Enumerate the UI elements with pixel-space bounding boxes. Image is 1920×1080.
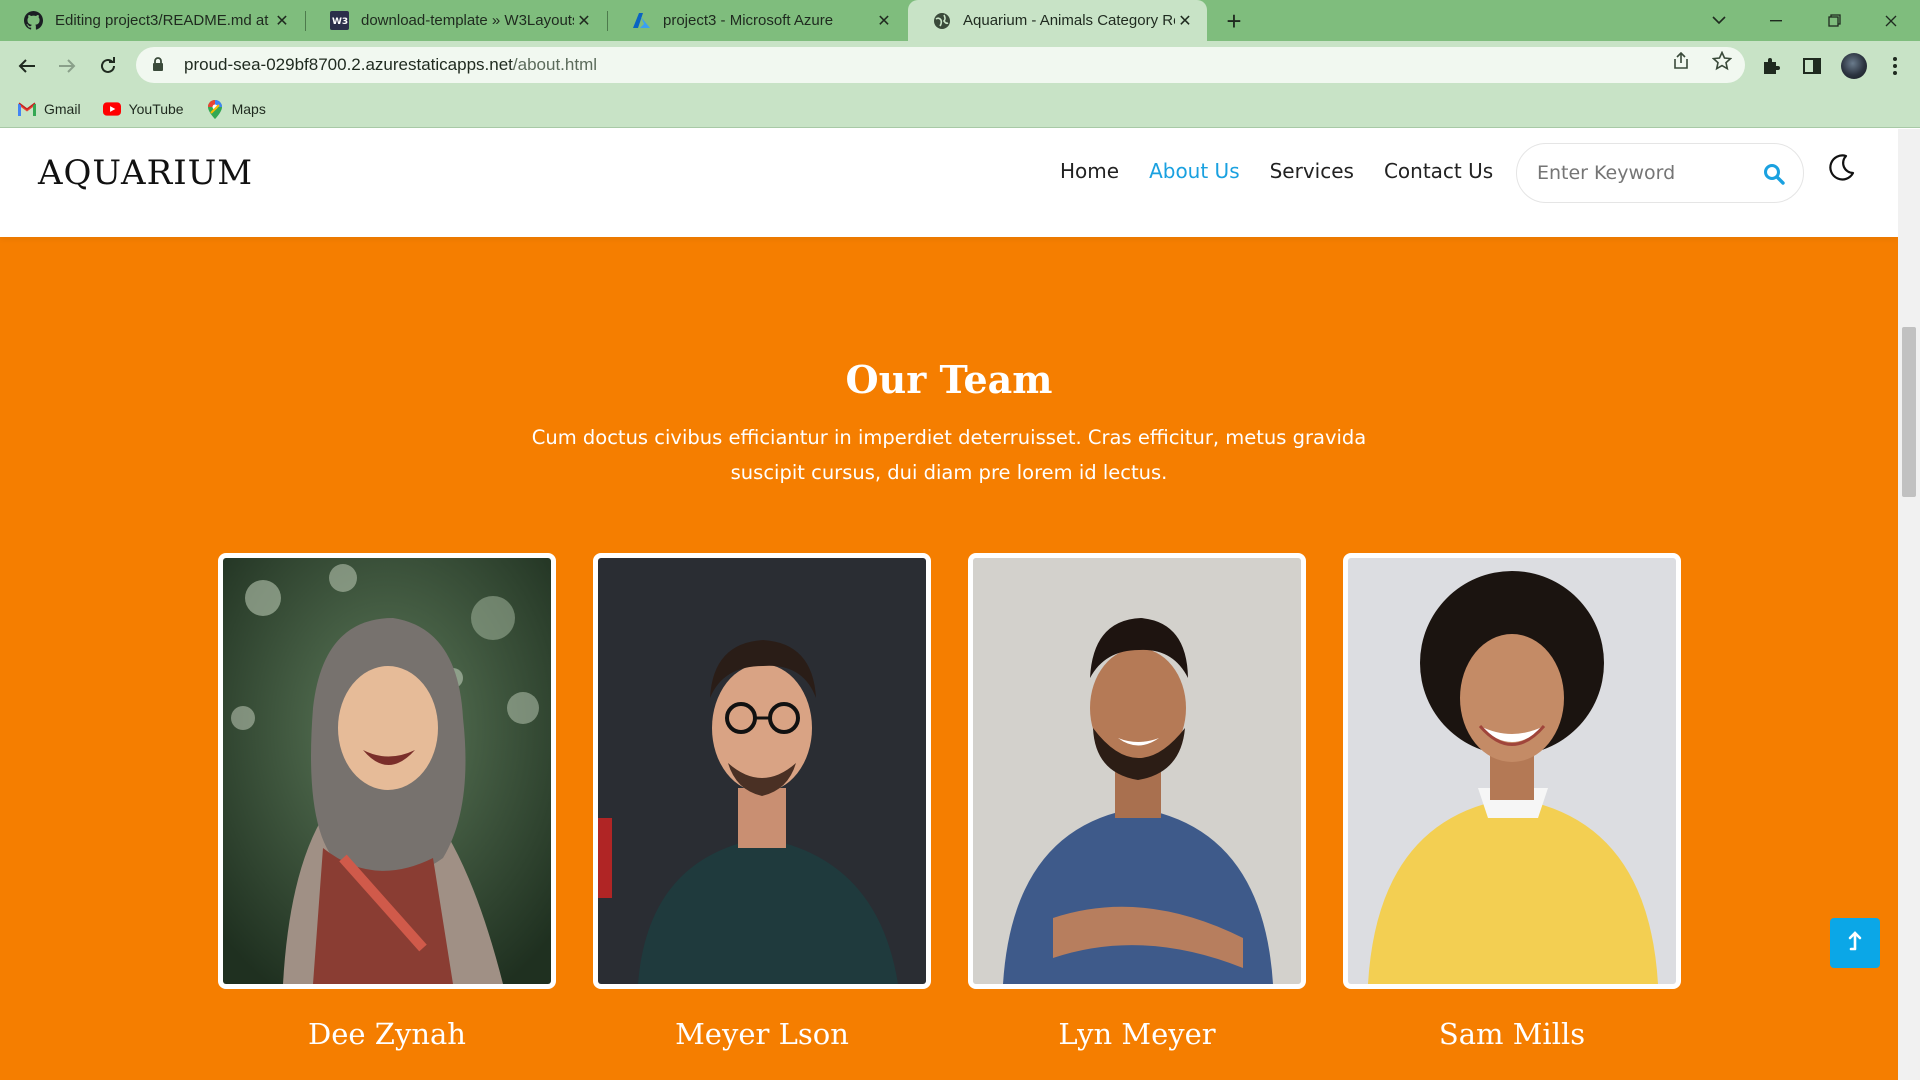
- member-photo: [1343, 553, 1681, 989]
- maps-icon: [206, 99, 224, 119]
- tab-title: project3 - Microsoft Azure: [663, 12, 834, 29]
- bookmark-youtube[interactable]: YouTube: [102, 100, 184, 118]
- avatar: [1841, 53, 1867, 79]
- team-member-card: Dee Zynah: [218, 553, 556, 1051]
- member-photo: [218, 553, 556, 989]
- nav-services[interactable]: Services: [1270, 157, 1354, 185]
- bookmark-label: Maps: [231, 101, 266, 117]
- page-viewport: AQUARIUM Home About Us Services Contact …: [0, 129, 1898, 1080]
- member-name: Lyn Meyer: [1058, 1017, 1216, 1051]
- back-to-top-button[interactable]: [1830, 918, 1880, 968]
- team-member-card: Sam Mills: [1343, 553, 1681, 1051]
- gmail-icon: [18, 100, 36, 118]
- svg-text:W3: W3: [332, 17, 348, 27]
- search-input[interactable]: [1537, 162, 1747, 184]
- extensions-icon[interactable]: [1760, 55, 1782, 77]
- tab-title: Aquarium - Animals Category Re: [963, 12, 1175, 29]
- scrollbar-thumb[interactable]: [1902, 327, 1916, 497]
- github-icon: [24, 11, 43, 30]
- main-nav: Home About Us Services Contact Us: [1060, 157, 1523, 185]
- nav-about-us[interactable]: About Us: [1149, 157, 1240, 185]
- url-path: /about.html: [512, 55, 598, 74]
- address-bar[interactable]: proud-sea-029bf8700.2.azurestaticapps.ne…: [136, 47, 1745, 83]
- tab-title: download-template » W3Layouts: [361, 12, 574, 29]
- bookmark-star-icon[interactable]: [1711, 50, 1733, 72]
- site-logo[interactable]: AQUARIUM: [38, 153, 253, 193]
- azure-icon: [632, 11, 651, 30]
- member-photo: [968, 553, 1306, 989]
- close-icon[interactable]: ✕: [272, 11, 292, 31]
- tab-github[interactable]: Editing project3/README.md at m ✕: [0, 0, 304, 41]
- forward-button[interactable]: [52, 51, 82, 81]
- team-member-card: Meyer Lson: [593, 553, 931, 1051]
- team-member-card: Lyn Meyer: [968, 553, 1306, 1051]
- profile-avatar[interactable]: [1840, 52, 1868, 80]
- close-icon[interactable]: ✕: [1175, 11, 1195, 31]
- restore-button[interactable]: [1805, 0, 1863, 41]
- close-window-button[interactable]: [1862, 0, 1920, 41]
- member-name: Dee Zynah: [308, 1017, 466, 1051]
- lock-icon: [152, 57, 166, 73]
- bookmark-maps[interactable]: Maps: [206, 99, 266, 119]
- globe-icon: [932, 11, 951, 30]
- bookmarks-bar: Gmail YouTube Maps: [0, 91, 1920, 128]
- search-icon[interactable]: [1763, 163, 1785, 185]
- youtube-icon: [102, 100, 121, 118]
- browser-tab-strip: Editing project3/README.md at m ✕ W3 dow…: [0, 0, 1920, 41]
- share-icon[interactable]: [1670, 50, 1692, 72]
- bookmark-label: YouTube: [128, 101, 184, 117]
- reload-button[interactable]: [93, 51, 123, 81]
- section-description: Cum doctus civibus efficiantur in imperd…: [531, 426, 1367, 484]
- tab-azure[interactable]: project3 - Microsoft Azure ✕: [608, 0, 906, 41]
- tab-aquarium[interactable]: Aquarium - Animals Category Re ✕: [908, 0, 1207, 41]
- close-icon[interactable]: ✕: [874, 11, 894, 31]
- close-icon[interactable]: ✕: [574, 11, 594, 31]
- search-box: [1516, 143, 1804, 203]
- minimize-button[interactable]: [1747, 0, 1805, 41]
- bookmark-gmail[interactable]: Gmail: [18, 100, 81, 118]
- menu-kebab-icon[interactable]: [1884, 55, 1906, 77]
- nav-home[interactable]: Home: [1060, 157, 1119, 185]
- member-name: Sam Mills: [1438, 1017, 1586, 1051]
- arrow-up-icon: [1847, 930, 1863, 956]
- browser-toolbar: proud-sea-029bf8700.2.azurestaticapps.ne…: [0, 41, 1920, 91]
- member-photo: [593, 553, 931, 989]
- tab-w3layouts[interactable]: W3 download-template » W3Layouts ✕: [306, 0, 606, 41]
- new-tab-button[interactable]: +: [1219, 6, 1249, 36]
- page-scrollbar[interactable]: [1898, 129, 1920, 1080]
- section-title: Our Team: [845, 357, 1053, 402]
- moon-icon[interactable]: [1826, 153, 1856, 183]
- url-host: proud-sea-029bf8700.2.azurestaticapps.ne…: [184, 55, 513, 74]
- back-button[interactable]: [12, 51, 42, 81]
- tab-search-chevron-icon[interactable]: [1690, 0, 1748, 41]
- bookmark-label: Gmail: [44, 101, 81, 117]
- nav-contact-us[interactable]: Contact Us: [1384, 157, 1493, 185]
- side-panel-icon[interactable]: [1801, 55, 1823, 77]
- w3layouts-icon: W3: [330, 11, 349, 30]
- tab-title: Editing project3/README.md at m: [55, 12, 272, 29]
- site-header: AQUARIUM Home About Us Services Contact …: [0, 129, 1898, 237]
- member-name: Meyer Lson: [675, 1017, 849, 1051]
